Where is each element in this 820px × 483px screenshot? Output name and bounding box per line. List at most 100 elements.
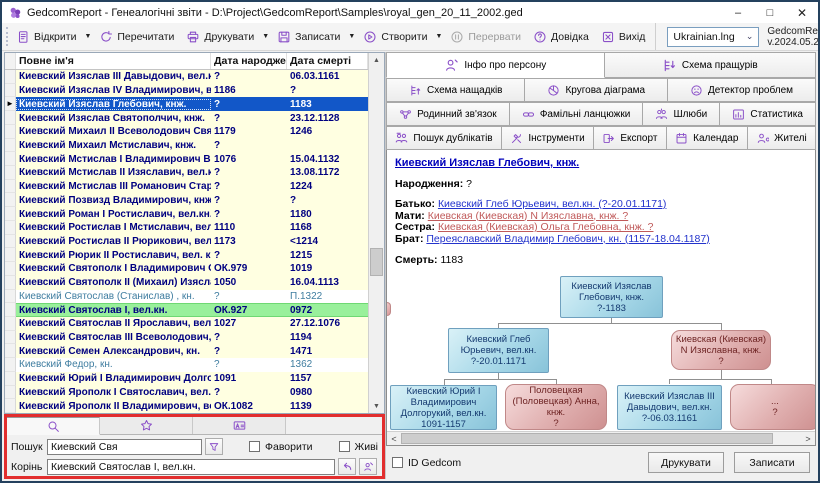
tab-residents[interactable]: Жителі — [748, 126, 816, 150]
table-row[interactable]: Киевский Святослав II Ярославич, вел.кн.… — [5, 317, 368, 331]
tree-person-box[interactable]: Киевский Юрий I Владимирович Долгорукий,… — [390, 385, 497, 430]
search-panel-tab-search[interactable] — [7, 417, 100, 435]
person-name-link[interactable]: Киевский Изяслав Глебович, кнж. — [395, 157, 579, 169]
table-row[interactable]: Киевский Изяслав Святополчич, кнж.?23.12… — [5, 111, 368, 125]
tab-descendants-chart[interactable]: Схема нащадків — [386, 78, 525, 102]
scroll-down-icon[interactable]: ▼ — [369, 399, 384, 413]
tab-duplicates[interactable]: Пошук дублікатів — [386, 126, 502, 150]
tab-family-link[interactable]: Родинний зв'язок — [386, 102, 510, 126]
column-header-fullname[interactable]: Повне ім'я — [16, 53, 211, 69]
table-row[interactable]: Киевский Мстислав II Изяславич, вел.кн.?… — [5, 166, 368, 180]
table-row[interactable]: Киевский Святополк I Владимирович Окаянн… — [5, 262, 368, 276]
relation-person-link[interactable]: Киевская (Киевская) Ольга Глебовна, кнж.… — [438, 221, 654, 233]
open-document-button[interactable]: Відкрити — [10, 25, 82, 49]
tree-person-box[interactable]: Киевский Глеб Юрьевич, вел.кн.?-20.01.11… — [448, 328, 549, 373]
table-row[interactable]: Киевский Святополк II (Михаил) Изяславич… — [5, 276, 368, 290]
person-target-icon — [362, 461, 374, 473]
tab-label: Схема нащадків — [427, 85, 503, 96]
hscroll-thumb[interactable] — [401, 433, 773, 444]
table-row[interactable]: Киевский Святослав I, вел.кн.ОК.9270972 — [5, 303, 368, 317]
relation-person-link[interactable]: Переяславский Владимир Глебович, кн. (11… — [426, 233, 709, 245]
scroll-right-icon[interactable]: > — [801, 432, 815, 445]
language-select[interactable]: Ukrainian.lng ⌄ — [667, 27, 759, 47]
tab-export[interactable]: Експорт — [594, 126, 667, 150]
print-button[interactable]: Друкувати — [648, 452, 724, 473]
goto-root-button[interactable] — [359, 458, 377, 475]
search-panel-tab-star[interactable] — [100, 417, 193, 434]
filter-button[interactable] — [205, 438, 223, 455]
table-row[interactable]: Киевский Михаил II Всеволодович Святой, … — [5, 125, 368, 139]
scroll-left-icon[interactable]: < — [387, 432, 401, 445]
tab-statistics[interactable]: Статистика — [720, 102, 816, 126]
table-vertical-scrollbar[interactable]: ▲ ▼ — [368, 53, 384, 413]
toolbar-button-label: Довідка — [551, 31, 589, 43]
tree-person-box[interactable]: Киевский Изяслав Глебович, кнж.?-1183 — [560, 276, 663, 318]
tree-person-box[interactable]: Киевская (Киевская) N Изяславна, кнж.? — [671, 330, 771, 370]
scroll-up-icon[interactable]: ▲ — [369, 53, 384, 67]
printer-button[interactable]: Друкувати — [180, 25, 260, 49]
table-row[interactable]: Киевский Михаил Мстиславич, кнж.? — [5, 139, 368, 153]
tree-person-dates: ? — [553, 418, 558, 429]
dropdown-arrow-icon[interactable]: ▼ — [82, 33, 93, 40]
maximize-button[interactable]: □ — [754, 3, 786, 22]
tab-marriages[interactable]: Шлюби — [643, 102, 720, 126]
tab-tools[interactable]: Інструменти — [502, 126, 594, 150]
id-gedcom-checkbox[interactable] — [392, 457, 403, 468]
table-row[interactable]: Киевский Изяслав III Давыдович, вел.кн.?… — [5, 70, 368, 84]
search-panel-tab-alphabet[interactable] — [193, 417, 286, 434]
close-button[interactable]: ✕ — [786, 3, 818, 22]
tree-connector-line — [721, 323, 722, 330]
diagram-horizontal-scrollbar[interactable]: < > — [387, 431, 815, 445]
dropdown-arrow-icon[interactable]: ▼ — [346, 33, 357, 40]
tree-person-box[interactable]: Киевский Изяслав III Давыдович, вел.кн.?… — [617, 385, 722, 430]
relation-person-link[interactable]: Киевский Глеб Юрьевич, вел.кн. (?-20.01.… — [438, 198, 666, 210]
tree-person-box[interactable]: Половецкая (Половецкая) Анна, кнж.? — [505, 384, 607, 430]
tree-person-box[interactable]: ...? — [730, 384, 816, 430]
scroll-thumb[interactable] — [370, 248, 383, 276]
set-root-button[interactable] — [338, 458, 356, 475]
table-row[interactable]: Киевский Ярополк II Владимирович, вел.кн… — [5, 399, 368, 413]
alive-checkbox[interactable] — [339, 441, 350, 452]
table-row[interactable]: Киевский Ростислав I Мстиславич, вел. кн… — [5, 221, 368, 235]
tab-chains[interactable]: Фамільні ланцюжки — [510, 102, 644, 126]
save-button[interactable]: Записати — [734, 452, 810, 473]
abort-pause-button[interactable]: Перервати — [444, 25, 527, 49]
table-row[interactable]: Киевский Ярополк I Святославич, вел.кн.?… — [5, 386, 368, 400]
search-input[interactable] — [47, 439, 202, 455]
table-row[interactable]: Киевский Мстислав I Владимирович Великий… — [5, 152, 368, 166]
table-row[interactable]: Киевский Рюрик II Ростиславич, вел. кн.?… — [5, 248, 368, 262]
table-row[interactable]: Киевский Святослав (Станислав) , кн.?П.1… — [5, 290, 368, 304]
dropdown-arrow-icon[interactable]: ▼ — [433, 33, 444, 40]
person-info-icon — [444, 58, 459, 73]
minimize-button[interactable]: – — [722, 3, 754, 22]
table-row[interactable]: Киевский Роман I Ростиславич, вел.кн.?11… — [5, 207, 368, 221]
tab-ancestors-chart[interactable]: Схема пращурів — [605, 52, 816, 78]
marker-column-header — [5, 53, 16, 69]
create-play-button[interactable]: Створити — [357, 25, 433, 49]
dropdown-arrow-icon[interactable]: ▼ — [260, 33, 271, 40]
table-row[interactable]: Киевский Федор, кн.?1362 — [5, 358, 368, 372]
ancestors-chart-icon — [662, 58, 677, 73]
tab-problem-detector[interactable]: Детектор проблем — [668, 78, 816, 102]
table-row[interactable]: Киевский Святослав III Всеволодович, вел… — [5, 331, 368, 345]
cell-deathdate: 1019 — [287, 263, 368, 274]
table-row[interactable]: Киевский Изяслав IV Владимирович, вел.кн… — [5, 84, 368, 98]
table-row[interactable]: Киевский Семен Александрович, кн.?1471 — [5, 344, 368, 358]
table-row[interactable]: Киевский Позвизд Владимирович, кнж.?? — [5, 193, 368, 207]
table-row[interactable]: ►Киевский Изяслав Глебович, кнж.?1183 — [5, 97, 368, 111]
table-row[interactable]: Киевский Юрий I Владимирович Долгорукий,… — [5, 372, 368, 386]
tab-circle-diagram[interactable]: Кругова діаграма — [525, 78, 668, 102]
favorites-checkbox[interactable] — [249, 441, 260, 452]
refresh-button[interactable]: Перечитати — [93, 25, 180, 49]
column-header-birthdate[interactable]: Дата народження — [211, 53, 287, 69]
root-person-input[interactable] — [47, 459, 335, 475]
tab-calendar[interactable]: Календар — [667, 126, 748, 150]
relation-person-link[interactable]: Киевская (Киевская) N Изяславна, кнж. ? — [428, 210, 629, 222]
save-button[interactable]: Записати — [271, 25, 346, 49]
table-row[interactable]: Киевский Ростислав II Рюрикович, вел.кн.… — [5, 235, 368, 249]
help-button[interactable]: Довідка — [527, 25, 595, 49]
table-row[interactable]: Киевский Мстислав III Романович Старый, … — [5, 180, 368, 194]
exit-button[interactable]: Вихід — [595, 25, 652, 49]
tab-person-info[interactable]: Інфо про персону — [386, 52, 605, 78]
column-header-deathdate[interactable]: Дата смерті — [287, 53, 368, 69]
